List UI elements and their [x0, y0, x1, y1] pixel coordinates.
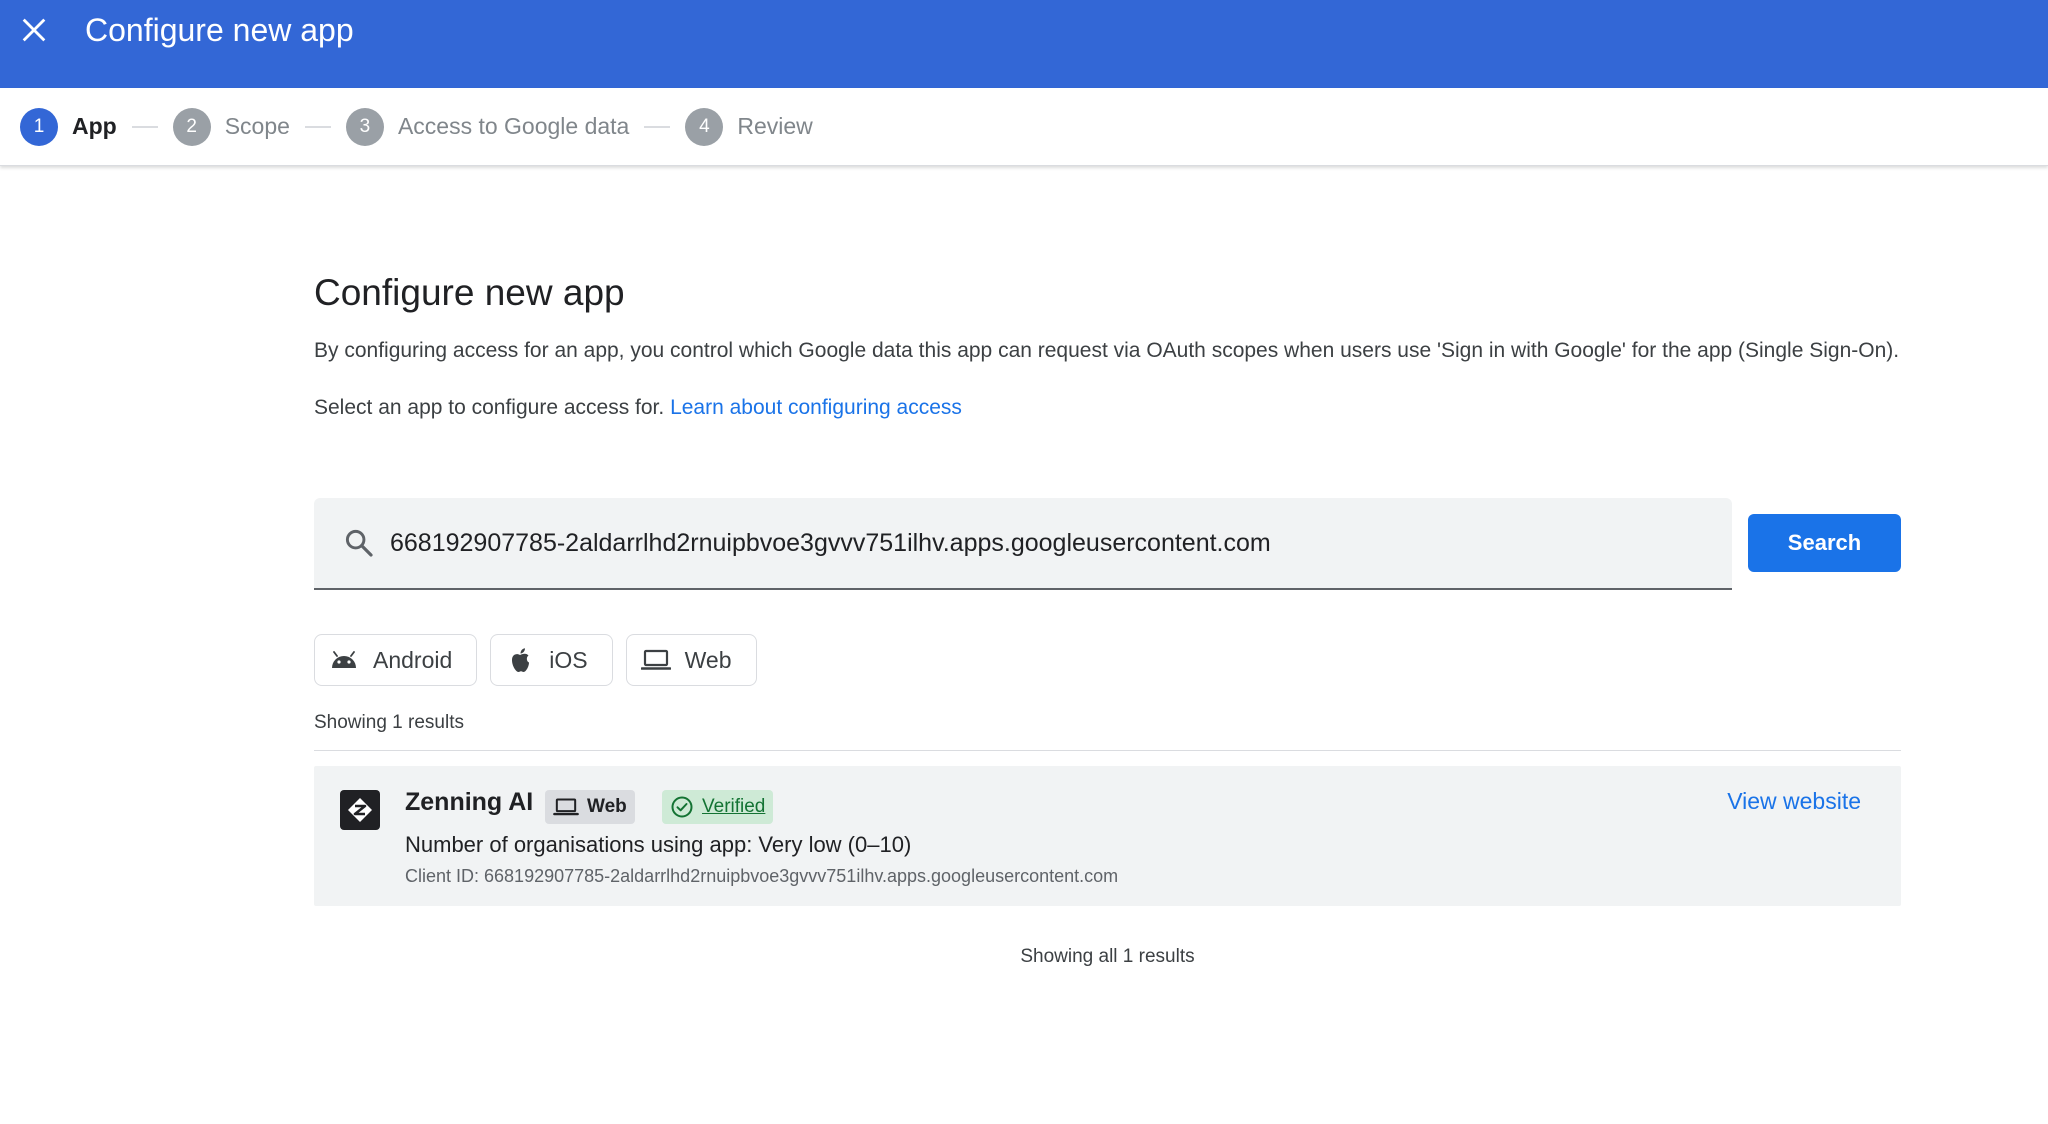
showing-all-results: Showing all 1 results: [1020, 946, 1195, 967]
search-icon: [342, 526, 376, 560]
step-separator: [131, 125, 158, 128]
learn-about-configuring-access-link[interactable]: Learn about configuring access: [670, 396, 962, 419]
platform-filter-chips: Android iOS Web: [314, 634, 770, 686]
step-separator: [304, 125, 331, 128]
step-scope[interactable]: 2 Scope: [172, 107, 290, 146]
step-number: 1: [20, 107, 58, 146]
filter-chip-web[interactable]: Web: [625, 634, 757, 686]
select-app-text: Select an app to configure access for.: [314, 396, 665, 419]
select-app-instruction: Select an app to configure access for. L…: [314, 393, 1901, 423]
page-title: Configure new app: [314, 272, 625, 313]
results-divider: [314, 750, 1901, 751]
close-button[interactable]: [14, 10, 54, 50]
laptop-icon: [640, 647, 671, 673]
result-item[interactable]: Zenning AI Web Verified Number of organi…: [314, 766, 1901, 906]
step-number: 4: [685, 107, 724, 146]
view-website-link[interactable]: View website: [1727, 788, 1861, 815]
step-access-to-google-data[interactable]: 3 Access to Google data: [345, 107, 630, 146]
verified-badge[interactable]: Verified: [662, 790, 774, 824]
step-label: App: [72, 113, 117, 139]
step-number: 3: [345, 107, 384, 146]
zenning-ai-logo-icon: [340, 790, 380, 830]
step-app[interactable]: 1 App: [20, 107, 117, 146]
main-content: Configure new app By configuring access …: [314, 268, 1901, 967]
step-separator: [644, 125, 671, 128]
search-input[interactable]: [390, 513, 1732, 573]
search-button[interactable]: Search: [1748, 514, 1901, 572]
page-description: By configuring access for an app, you co…: [314, 339, 1900, 362]
app-name: Zenning AI: [405, 788, 534, 816]
platform-badge-label: Web: [587, 796, 627, 817]
platform-badge: Web: [545, 790, 635, 824]
filter-chip-label: iOS: [549, 646, 588, 673]
filter-chip-label: Android: [373, 646, 453, 673]
top-app-bar: Configure new app: [0, 0, 2048, 88]
step-label: Access to Google data: [397, 113, 630, 139]
results-count: Showing 1 results: [314, 712, 464, 733]
search-row: Search: [314, 498, 1901, 590]
android-icon: [329, 647, 359, 673]
client-id: Client ID: 668192907785-2aldarrlhd2rnuip…: [405, 866, 1119, 886]
organisations-count: Number of organisations using app: Very …: [405, 832, 912, 857]
apple-icon: [505, 647, 535, 673]
step-review[interactable]: 4 Review: [685, 107, 813, 146]
filter-chip-label: Web: [684, 646, 732, 673]
step-label: Review: [737, 113, 813, 139]
laptop-icon: [553, 798, 579, 816]
close-icon: [22, 18, 46, 42]
step-number: 2: [172, 107, 211, 146]
step-label: Scope: [224, 113, 290, 139]
filter-chip-ios[interactable]: iOS: [490, 634, 613, 686]
stepper: 1 App 2 Scope 3 Access to Google data 4 …: [0, 88, 2048, 166]
search-field[interactable]: [314, 498, 1732, 590]
check-circle-icon: [671, 796, 693, 818]
top-bar-title: Configure new app: [85, 12, 354, 48]
filter-chip-android[interactable]: Android: [314, 634, 478, 686]
verified-badge-label: Verified: [702, 796, 766, 817]
